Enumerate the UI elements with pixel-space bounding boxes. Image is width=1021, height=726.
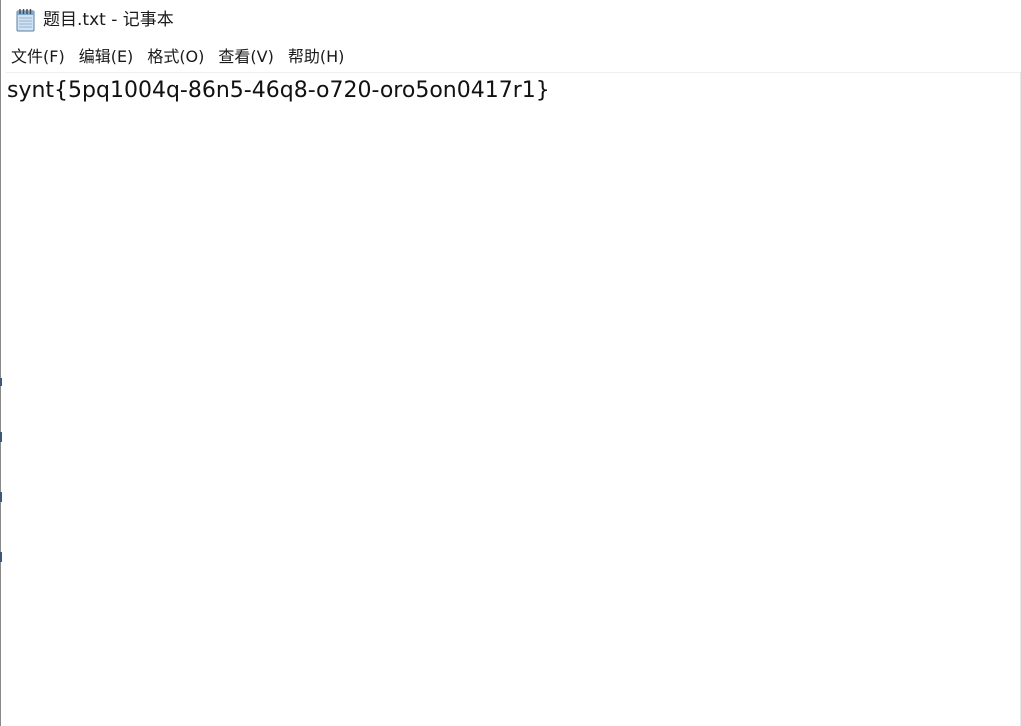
menu-help[interactable]: 帮助(H) (281, 44, 352, 70)
menu-format[interactable]: 格式(O) (140, 44, 211, 70)
text-editor-area[interactable]: synt{5pq1004q-86n5-46q8-o720-oro5on0417r… (5, 73, 1017, 723)
notepad-icon (15, 8, 37, 32)
background-edge-mark (0, 492, 2, 502)
background-edge-mark (0, 378, 2, 386)
notepad-window: 题目.txt - 记事本 文件(F) 编辑(E) 格式(O) 查看(V) 帮助(… (0, 0, 1021, 726)
menu-file[interactable]: 文件(F) (4, 44, 72, 70)
menu-edit[interactable]: 编辑(E) (72, 44, 141, 70)
window-title: 题目.txt - 记事本 (43, 10, 174, 30)
menu-view[interactable]: 查看(V) (211, 44, 280, 70)
editor-content[interactable]: synt{5pq1004q-86n5-46q8-o720-oro5on0417r… (7, 76, 1017, 106)
title-bar[interactable]: 题目.txt - 记事本 (1, 0, 1021, 40)
background-edge-mark (0, 552, 2, 562)
menu-bar: 文件(F) 编辑(E) 格式(O) 查看(V) 帮助(H) (1, 44, 1021, 70)
background-edge-mark (0, 432, 2, 442)
